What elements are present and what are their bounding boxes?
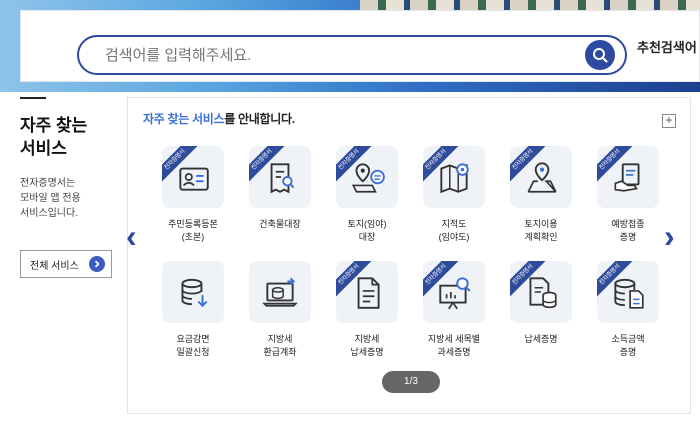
service-label: 건축물대장: [259, 219, 301, 229]
panel-title: 자주 찾는 서비스를 안내합니다.: [143, 110, 295, 127]
service-item[interactable]: 전자증명서토지이용 계획확인: [506, 146, 576, 244]
service-item[interactable]: 전자증명서지방세 세목별 과세증명: [419, 261, 489, 359]
service-item[interactable]: 전자증명서납세증명: [506, 261, 576, 346]
section-description: 전자증명서는 모바일 앱 전용 서비스입니다.: [20, 178, 81, 219]
section-title: 자주 찾는 서비스: [20, 116, 88, 158]
recommend-keywords-link[interactable]: 추천검색어: [637, 37, 697, 56]
all-services-label: 전체 서비스: [30, 260, 79, 272]
service-item[interactable]: 전자증명서지방세 납세증명: [332, 261, 402, 359]
panel-title-highlight: 자주 찾는 서비스: [143, 112, 225, 126]
service-icon-box: [162, 261, 224, 323]
service-icon-box: 전자증명서: [423, 261, 485, 323]
service-label: 토지이용 계획확인: [524, 219, 558, 242]
arrow-right-icon: [89, 256, 105, 272]
service-icon-box: 전자증명서: [510, 261, 572, 323]
service-item[interactable]: 지방세 환급계좌: [245, 261, 315, 359]
service-icon-box: 전자증명서: [249, 146, 311, 208]
service-icon-box: 전자증명서: [336, 261, 398, 323]
section-rule: [20, 97, 46, 99]
service-item[interactable]: 전자증명서건축물대장: [245, 146, 315, 231]
service-icon-box: 전자증명서: [336, 146, 398, 208]
search-panel: 추천검색어: [20, 10, 700, 82]
service-label: 지방세 세목별 과세증명: [427, 334, 481, 357]
prev-arrow-icon[interactable]: ‹: [126, 220, 137, 252]
frequent-services-panel: 자주 찾는 서비스를 안내합니다. + 전자증명서 주민등록등본 (초본) 전자증명…: [126, 97, 691, 414]
laptop-database-icon: [262, 277, 298, 307]
service-item[interactable]: 전자증명서토지(임야) 대장: [332, 146, 402, 244]
service-label: 요금감면 일괄신청: [176, 334, 210, 357]
service-item[interactable]: 전자증명서예방접종 증명: [593, 146, 663, 244]
service-icon-box: 전자증명서: [423, 146, 485, 208]
service-icon-box: 전자증명서: [162, 146, 224, 208]
service-item[interactable]: 요금감면 일괄신청: [158, 261, 228, 359]
service-item[interactable]: 전자증명서주민등록등본 (초본): [158, 146, 228, 244]
service-icon-box: 전자증명서: [597, 261, 659, 323]
service-icon-box: 전자증명서: [510, 146, 572, 208]
search-box: [77, 35, 627, 75]
search-button[interactable]: [585, 40, 615, 70]
more-button[interactable]: +: [662, 114, 676, 128]
service-label: 지방세 납세증명: [350, 334, 384, 357]
next-arrow-icon[interactable]: ›: [664, 220, 675, 252]
service-label: 소득금액 증명: [611, 334, 645, 357]
all-services-button[interactable]: 전체 서비스: [20, 250, 112, 278]
panel-title-rest: 를 안내합니다.: [224, 112, 295, 126]
service-item[interactable]: 전자증명서소득금액 증명: [593, 261, 663, 359]
service-label: 납세증명: [524, 334, 558, 344]
database-download-icon: [181, 278, 208, 308]
service-icon-box: 전자증명서: [597, 146, 659, 208]
service-label: 지방세 환급계좌: [263, 334, 297, 357]
search-icon: [593, 48, 608, 63]
service-icon-box: [249, 261, 311, 323]
page-indicator: 1/3: [382, 371, 440, 393]
search-input[interactable]: [105, 46, 565, 64]
service-grid: 전자증명서 주민등록등본 (초본) 전자증명서 건축물대장 전자증명서 토지(임야) 대장…: [158, 146, 668, 376]
service-label: 토지(임야) 대장: [347, 219, 387, 242]
service-label: 지적도 (임야도): [438, 219, 470, 242]
service-label: 주민등록등본 (초본): [168, 219, 218, 242]
service-label: 예방접종 증명: [611, 219, 645, 242]
service-item[interactable]: 전자증명서지적도 (임야도): [419, 146, 489, 244]
